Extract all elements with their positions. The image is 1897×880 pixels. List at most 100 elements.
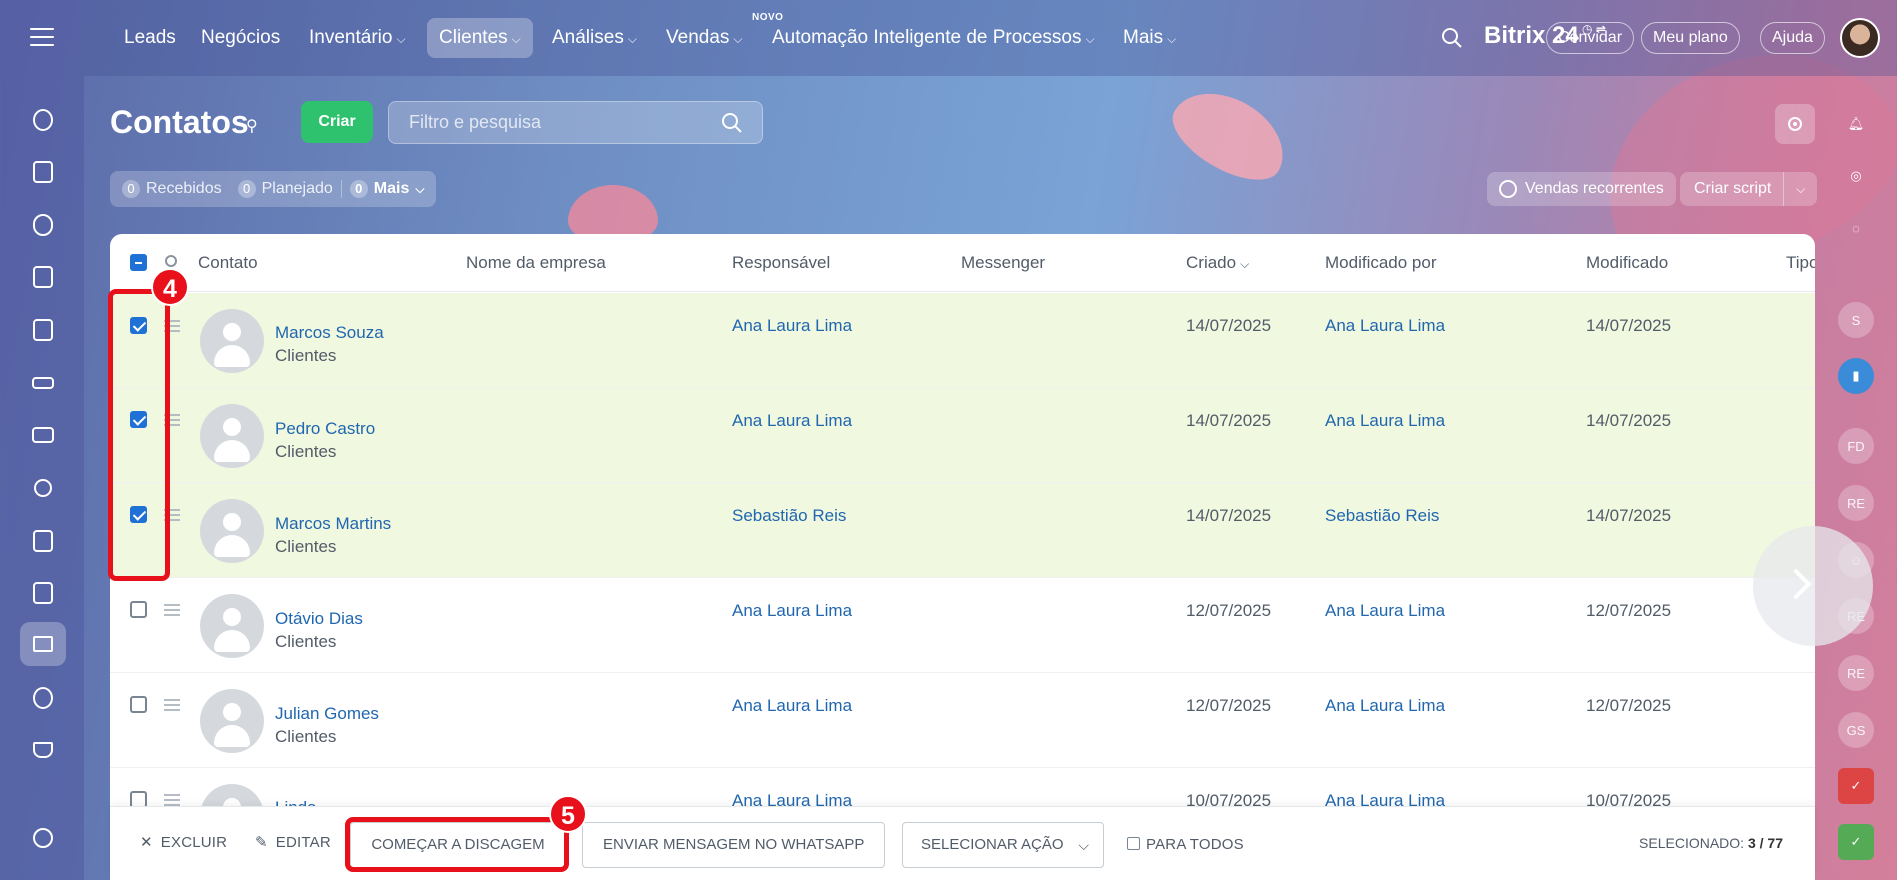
responsible-link[interactable]: Ana Laura Lima (732, 316, 852, 336)
sidebar-item-documents[interactable] (20, 308, 66, 352)
column-responsible[interactable]: Responsável (732, 253, 830, 273)
column-messenger[interactable]: Messenger (961, 253, 1045, 273)
for-all-checkbox[interactable]: PARA TODOS (1127, 836, 1244, 853)
step-badge-4: 4 (151, 268, 189, 306)
search-icon[interactable] (720, 111, 744, 135)
nav-deals[interactable]: Negócios (189, 18, 292, 58)
contact-name-link[interactable]: Pedro Castro (275, 419, 375, 439)
hamburger-menu-icon[interactable] (26, 22, 58, 52)
column-type[interactable]: Tipo (1786, 253, 1815, 273)
sidebar-item-tasks[interactable] (20, 571, 66, 615)
responsible-link[interactable]: Ana Laura Lima (732, 601, 852, 621)
bell-icon[interactable]: 🔔︎ (1838, 106, 1874, 142)
responsible-link[interactable]: Ana Laura Lima (732, 696, 852, 716)
spiral-icon[interactable]: ◎ (1838, 158, 1874, 194)
sidebar-item-calendar[interactable] (20, 255, 66, 299)
contact-avatar[interactable]: GS (1838, 712, 1874, 748)
send-whatsapp-button[interactable]: ENVIAR MENSAGEM NO WHATSAPP (582, 822, 886, 868)
table-row[interactable]: Pedro Castro Clientes Ana Laura Lima 14/… (110, 388, 1815, 483)
avatar-initials: GS (1846, 722, 1866, 738)
sidebar-item-chat[interactable] (20, 203, 66, 247)
sidebar-item-board[interactable] (20, 519, 66, 563)
counter-number: 0 (237, 180, 256, 198)
alert-check-icon[interactable]: ✓ (1838, 768, 1874, 804)
scroll-right-arrow-icon[interactable] (1753, 526, 1873, 646)
my-plan-button[interactable]: Meu plano (1641, 22, 1740, 54)
sidebar-item-tasks-list[interactable] (20, 150, 66, 194)
sidebar-item-shop[interactable] (20, 728, 66, 772)
recurring-sales-button[interactable]: Vendas recorrentes (1487, 172, 1676, 206)
select-action-dropdown[interactable]: SELECIONAR AÇÃO ⌵ (902, 822, 1104, 868)
user-avatar[interactable] (1840, 18, 1880, 58)
sidebar-item-sites[interactable] (20, 676, 66, 720)
contact-type: Clientes (275, 442, 337, 461)
contact-avatar[interactable]: FD (1838, 428, 1874, 464)
nav-inventory[interactable]: Inventário ⌵ (297, 18, 418, 58)
sidebar-item-drive[interactable] (20, 361, 66, 405)
bookmark-icon[interactable]: ▮ (1838, 358, 1874, 394)
create-button[interactable]: Criar (301, 101, 373, 143)
table-row[interactable]: Marcos Martins Clientes Sebastião Reis 1… (110, 483, 1815, 578)
chat-bubble-icon[interactable]: ◌ (1838, 210, 1874, 246)
select-all-checkbox[interactable] (130, 254, 147, 271)
checkbox-icon (33, 582, 53, 604)
counter-planned[interactable]: 0 Planejado (230, 180, 341, 198)
modified-by-link[interactable]: Ana Laura Lima (1325, 601, 1445, 621)
row-checkbox[interactable] (130, 696, 147, 713)
modified-by-link[interactable]: Sebastião Reis (1325, 506, 1439, 526)
invite-button[interactable]: Convidar (1546, 22, 1635, 54)
contact-name-link[interactable]: Julian Gomes (275, 704, 379, 724)
contact-avatar[interactable]: RE (1838, 485, 1874, 521)
create-script-button[interactable]: Criar script ⌵ (1680, 172, 1818, 206)
nav-sales[interactable]: Vendas ⌵ (654, 18, 755, 58)
mail-icon (32, 427, 54, 443)
nav-clients[interactable]: Clientes ⌵ (427, 18, 533, 58)
contact-name-link[interactable]: Marcos Souza (275, 323, 384, 343)
chevron-down-icon[interactable]: ⌵ (1783, 172, 1817, 206)
help-button[interactable]: Ajuda (1760, 22, 1825, 54)
search-icon[interactable] (1440, 26, 1464, 50)
sidebar-item-crm[interactable] (20, 622, 66, 666)
nav-analytics[interactable]: Análises ⌵ (540, 18, 649, 58)
column-created[interactable]: Criado ⌵ (1186, 253, 1249, 273)
pin-icon[interactable]: ⚲ (246, 116, 258, 136)
contact-avatar[interactable]: S (1838, 302, 1874, 338)
sort-down-icon: ⌵ (1240, 257, 1250, 271)
nav-automation[interactable]: Automação Inteligente de Processos ⌵ (760, 18, 1107, 58)
nav-label: Inventário (309, 27, 393, 48)
table-row[interactable]: Julian Gomes Clientes Ana Laura Lima 12/… (110, 673, 1815, 768)
responsible-link[interactable]: Sebastião Reis (732, 506, 846, 526)
column-contact[interactable]: Contato (198, 253, 258, 273)
created-date: 12/07/2025 (1186, 601, 1272, 620)
responsible-link[interactable]: Ana Laura Lima (732, 411, 852, 431)
sidebar-item-settings[interactable] (20, 816, 66, 860)
modified-by-link[interactable]: Ana Laura Lima (1325, 316, 1445, 336)
delete-label: EXCLUIR (160, 834, 228, 851)
delete-action[interactable]: ✕ EXCLUIR (140, 833, 227, 851)
nav-more[interactable]: Mais ⌵ (1111, 18, 1188, 58)
nav-label: Mais (1123, 27, 1164, 48)
column-modified[interactable]: Modificado (1586, 253, 1668, 273)
sidebar-item-groups[interactable] (20, 466, 66, 510)
modified-by-link[interactable]: Ana Laura Lima (1325, 696, 1445, 716)
table-row[interactable]: Otávio Dias Clientes Ana Laura Lima 12/0… (110, 578, 1815, 673)
column-modified-by[interactable]: Modificado por (1325, 253, 1437, 273)
sidebar-item-feed[interactable] (20, 98, 66, 142)
counter-more[interactable]: 0 Mais ⌵ (340, 180, 433, 198)
table-row[interactable]: Marcos Souza Clientes Ana Laura Lima 14/… (110, 293, 1815, 388)
drag-handle-icon[interactable] (164, 601, 180, 619)
sidebar-item-mail[interactable] (20, 413, 66, 457)
contact-name-link[interactable]: Marcos Martins (275, 514, 391, 534)
row-checkbox[interactable] (130, 601, 147, 618)
settings-button[interactable] (1775, 104, 1815, 144)
modified-by-link[interactable]: Ana Laura Lima (1325, 411, 1445, 431)
success-check-icon[interactable]: ✓ (1838, 824, 1874, 860)
contact-avatar[interactable]: RE (1838, 655, 1874, 691)
column-company[interactable]: Nome da empresa (466, 253, 606, 273)
contact-name-link[interactable]: Otávio Dias (275, 609, 363, 629)
nav-leads[interactable]: Leads (112, 18, 188, 58)
filter-search-input[interactable] (388, 101, 763, 144)
edit-action[interactable]: ✎ EDITAR (255, 833, 331, 851)
drag-handle-icon[interactable] (164, 696, 180, 714)
counter-received[interactable]: 0 Recebidos (114, 180, 230, 198)
